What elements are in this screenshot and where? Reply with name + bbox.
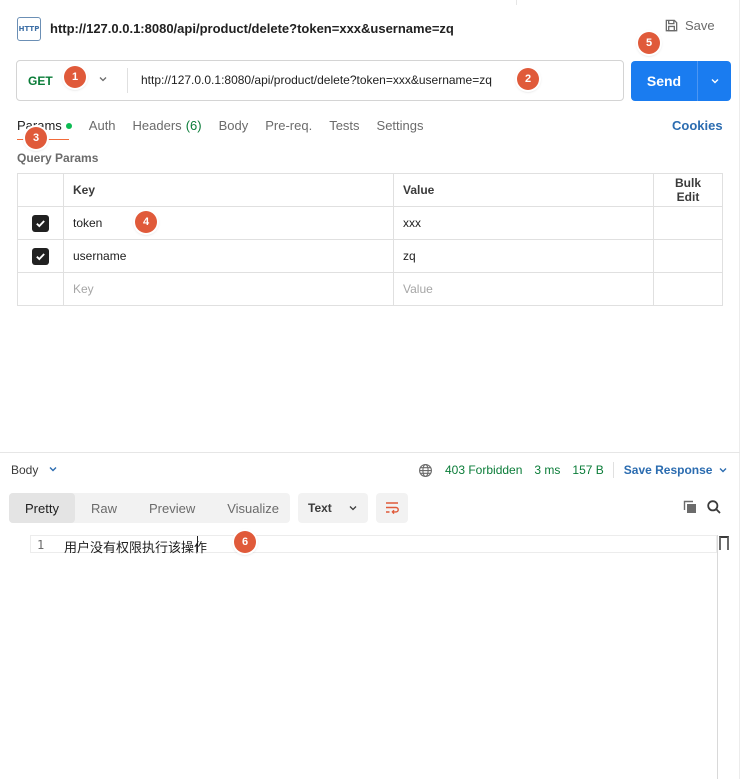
cookies-link[interactable]: Cookies bbox=[672, 118, 723, 133]
copy-icon[interactable] bbox=[682, 499, 698, 518]
table-header-row: Key Value Bulk Edit bbox=[17, 173, 723, 207]
save-icon bbox=[665, 19, 678, 32]
editor-scrollbar-track[interactable] bbox=[717, 535, 718, 779]
param-value-input[interactable]: xxx bbox=[393, 206, 654, 240]
editor-scrollbar-thumb[interactable] bbox=[719, 536, 729, 550]
param-checkbox[interactable] bbox=[32, 247, 49, 265]
tab-count: (6) bbox=[185, 118, 202, 133]
tab-label: Settings bbox=[376, 118, 424, 133]
query-params-table: Key Value Bulk Edit token xxx username z… bbox=[17, 173, 723, 306]
http-request-icon: HTTP bbox=[17, 17, 41, 41]
method-select[interactable]: GET bbox=[28, 74, 53, 88]
chevron-down-icon bbox=[719, 468, 727, 473]
view-tab-visualize[interactable]: Visualize bbox=[211, 493, 295, 523]
response-time[interactable]: 3 ms bbox=[534, 463, 560, 477]
tab-pre-request[interactable]: Pre-req. bbox=[265, 118, 312, 133]
active-indicator-dot bbox=[65, 122, 72, 129]
checkbox-cell bbox=[17, 239, 64, 273]
request-title[interactable]: http://127.0.0.1:8080/api/product/delete… bbox=[50, 21, 454, 36]
table-row: token xxx bbox=[17, 206, 723, 240]
view-tab-pretty[interactable]: Pretty bbox=[9, 493, 75, 523]
param-description-cell[interactable] bbox=[653, 239, 723, 273]
checkbox-cell bbox=[17, 206, 64, 240]
tab-body[interactable]: Body bbox=[219, 118, 249, 133]
chevron-down-icon bbox=[349, 506, 357, 511]
top-bar bbox=[0, 0, 743, 5]
annotation-marker-3: 3 bbox=[25, 127, 47, 149]
tab-tests[interactable]: Tests bbox=[329, 118, 359, 133]
check-icon bbox=[36, 219, 45, 227]
param-value-input[interactable]: zq bbox=[393, 239, 654, 273]
divider bbox=[612, 462, 614, 478]
table-row-empty: Key Value bbox=[17, 272, 723, 306]
response-body-dropdown[interactable]: Body bbox=[11, 463, 58, 477]
chevron-down-icon bbox=[48, 464, 58, 477]
save-button[interactable]: Save bbox=[664, 18, 715, 33]
divider bbox=[127, 68, 128, 93]
view-tab-preview[interactable]: Preview bbox=[133, 493, 211, 523]
annotation-marker-4: 4 bbox=[135, 211, 157, 233]
tab-label: Auth bbox=[88, 118, 116, 133]
tab-headers[interactable]: Headers (6) bbox=[133, 118, 202, 133]
tab-label: Body bbox=[218, 118, 249, 133]
header-cell bbox=[17, 173, 64, 207]
tab-label: Headers bbox=[132, 118, 182, 133]
body-label: Body bbox=[11, 463, 39, 477]
send-button[interactable]: Send bbox=[631, 61, 731, 101]
response-size[interactable]: 157 B bbox=[572, 463, 603, 477]
save-response-label: Save Response bbox=[623, 463, 713, 477]
response-status-row: 403 Forbidden 3 ms 157 B Save Response bbox=[418, 462, 728, 478]
response-view-tabs: Pretty Raw Preview Visualize bbox=[9, 493, 290, 523]
tab-settings[interactable]: Settings bbox=[377, 118, 424, 133]
annotation-marker-6: 6 bbox=[234, 531, 256, 553]
tab-label: Tests bbox=[329, 118, 360, 133]
view-tab-raw[interactable]: Raw bbox=[75, 493, 133, 523]
param-key-input[interactable]: username bbox=[63, 239, 394, 273]
param-checkbox[interactable] bbox=[32, 214, 49, 232]
tab-auth[interactable]: Auth bbox=[89, 118, 116, 133]
send-options-chevron-icon[interactable] bbox=[698, 61, 731, 101]
format-select[interactable]: Text bbox=[298, 493, 368, 523]
check-icon bbox=[36, 252, 45, 260]
text-cursor bbox=[197, 536, 198, 552]
globe-icon[interactable] bbox=[418, 463, 433, 478]
header-key: Key bbox=[63, 173, 394, 207]
tab-edge bbox=[516, 0, 517, 5]
status-code[interactable]: 403 Forbidden bbox=[445, 463, 522, 477]
annotation-marker-5: 5 bbox=[638, 32, 660, 54]
chevron-down-icon[interactable] bbox=[98, 74, 108, 87]
wrap-lines-button[interactable] bbox=[376, 493, 408, 523]
url-input[interactable]: http://127.0.0.1:8080/api/product/delete… bbox=[141, 73, 492, 87]
line-number: 1 bbox=[37, 538, 45, 552]
param-description-cell[interactable] bbox=[653, 272, 723, 306]
save-response-button[interactable]: Save Response bbox=[624, 463, 729, 477]
annotation-marker-2: 2 bbox=[517, 68, 539, 90]
send-label: Send bbox=[646, 73, 682, 89]
table-row: username zq bbox=[17, 239, 723, 273]
param-key-input[interactable]: token bbox=[63, 206, 394, 240]
wrap-lines-icon bbox=[386, 502, 399, 515]
header-value: Value bbox=[393, 173, 654, 207]
annotation-marker-1: 1 bbox=[64, 66, 86, 88]
new-param-value-input[interactable]: Value bbox=[393, 272, 654, 306]
checkbox-cell bbox=[17, 272, 64, 306]
new-param-key-input[interactable]: Key bbox=[63, 272, 394, 306]
tab-label: Pre-req. bbox=[265, 118, 313, 133]
request-tabs: Params Auth Headers (6) Body Pre-req. Tes… bbox=[17, 118, 441, 133]
response-body-text[interactable]: 用户没有权限执行该操作 bbox=[64, 537, 207, 556]
bulk-edit-button[interactable]: Bulk Edit bbox=[653, 173, 723, 207]
query-params-title: Query Params bbox=[17, 151, 99, 165]
search-icon[interactable] bbox=[706, 499, 722, 518]
save-label: Save bbox=[685, 18, 715, 33]
response-divider[interactable] bbox=[0, 452, 740, 453]
panel-right-border bbox=[739, 0, 740, 779]
param-description-cell[interactable] bbox=[653, 206, 723, 240]
format-label: Text bbox=[308, 501, 332, 515]
